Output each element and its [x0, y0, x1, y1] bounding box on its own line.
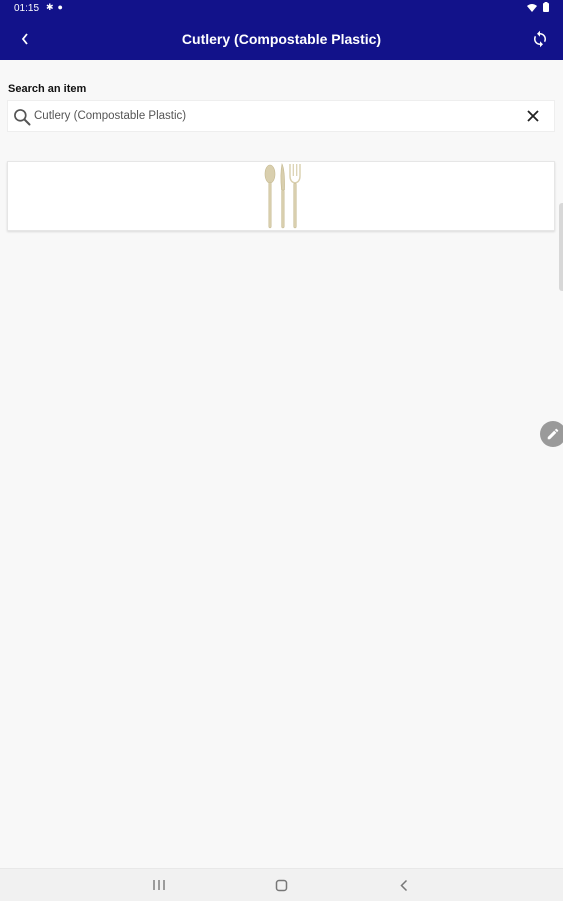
status-bar: 01:15 ✱● — [0, 0, 563, 18]
mic-icon: ● — [57, 2, 67, 12]
recent-apps-icon[interactable] — [152, 879, 166, 891]
search-box — [7, 100, 555, 132]
edge-panel-handle[interactable] — [559, 203, 563, 291]
navigation-bar — [0, 868, 563, 901]
page-title: Cutlery (Compostable Plastic) — [181, 31, 382, 47]
status-notification-icons: ✱● — [46, 2, 67, 13]
cutlery-image — [264, 163, 301, 229]
pencil-icon — [547, 428, 559, 440]
notification-icon: ✱ — [46, 2, 58, 12]
result-item[interactable] — [7, 161, 555, 231]
close-icon[interactable] — [526, 109, 540, 123]
home-icon[interactable] — [275, 879, 288, 892]
search-icon — [14, 109, 31, 126]
back-icon[interactable] — [399, 879, 409, 892]
app-bar: Cutlery (Compostable Plastic) — [0, 18, 563, 60]
wifi-icon — [527, 4, 538, 12]
refresh-icon — [534, 30, 546, 48]
edit-button[interactable] — [540, 421, 563, 447]
search-label: Search an item — [8, 83, 87, 95]
status-system-icons — [527, 2, 549, 14]
battery-icon — [543, 2, 549, 12]
status-time: 01:15 — [14, 3, 40, 14]
refresh-button[interactable] — [525, 24, 555, 54]
search-input[interactable] — [34, 101, 514, 131]
